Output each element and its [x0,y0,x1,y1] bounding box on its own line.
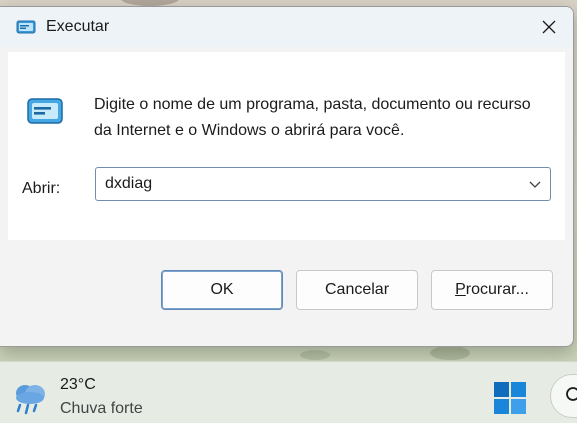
close-button[interactable] [525,7,573,47]
windows-start-icon[interactable] [492,380,528,416]
open-label-text: Abrir: [22,180,61,197]
run-icon [27,98,63,124]
weather-condition[interactable]: Chuva forte [60,400,143,418]
open-input[interactable]: dxdiag [105,175,152,193]
close-icon [542,20,556,34]
weather-temperature[interactable]: 23°C [60,376,96,394]
run-dialog: Executar Digite o nome de um programa, p… [0,6,574,347]
dialog-description: Digite o nome de um programa, pasta, doc… [94,96,531,139]
open-label: Abrir: [22,180,60,198]
search-icon [566,387,577,401]
taskbar: 23°C Chuva forte [0,361,577,423]
wallpaper-detail [430,346,470,360]
ok-button[interactable]: OK [161,270,283,310]
dialog-content: Digite o nome de um programa, pasta, doc… [8,52,565,240]
rain-cloud-icon[interactable] [10,381,50,417]
open-combobox[interactable]: dxdiag [95,167,551,201]
wallpaper-detail [300,350,330,360]
browse-button[interactable]: Procurar... [431,270,553,310]
run-icon [16,20,36,34]
browse-label: rocurar... [465,281,529,298]
chevron-down-icon[interactable] [528,178,542,190]
taskbar-search-button[interactable] [550,374,577,418]
browse-accelerator: P [455,281,466,298]
cancel-button[interactable]: Cancelar [296,270,418,310]
dialog-titlebar[interactable]: Executar [0,7,573,47]
dialog-title: Executar [46,18,110,35]
